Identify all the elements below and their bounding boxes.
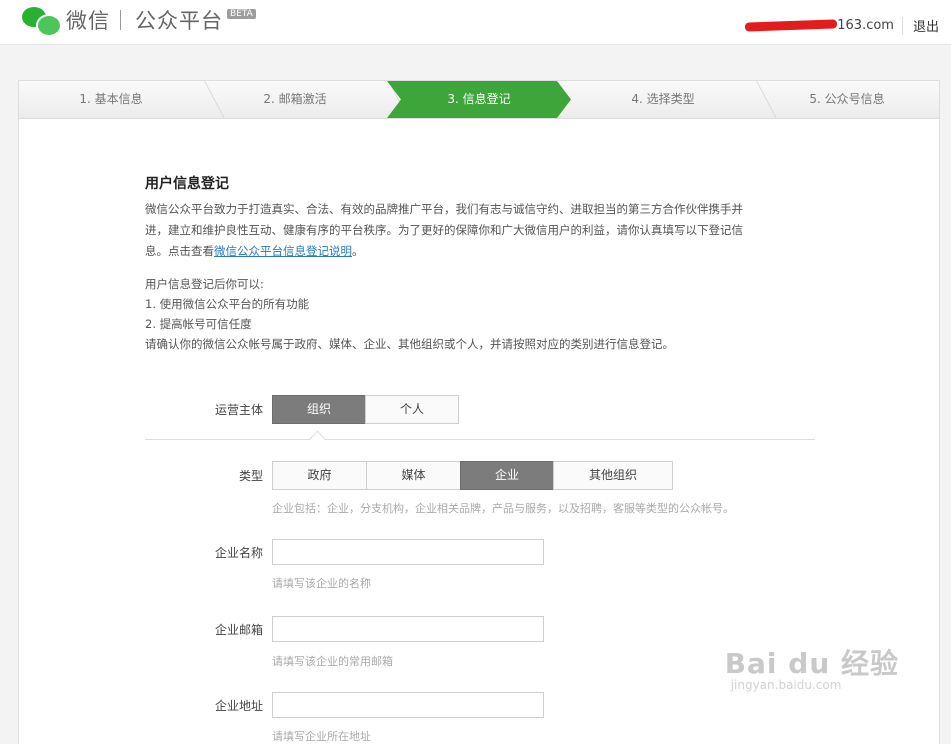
step-3-label: 3. 信息登记 (447, 92, 511, 106)
benefits-list: 用户信息登记后你可以: 1. 使用微信公众平台的所有功能 2. 提高帐号可信任度… (145, 274, 835, 354)
type-option-other-org[interactable]: 其他组织 (553, 461, 673, 490)
baidu-jingyan-watermark: Bai du 经验 jingyan.baidu.com (725, 642, 899, 692)
section-divider (145, 439, 815, 440)
brand-name: 微信 (66, 10, 110, 33)
intro-line-3: 息。点击查看 (145, 244, 214, 258)
company-address-label: 企业地址 (214, 698, 263, 713)
redacted-account (745, 19, 838, 32)
list-item: 1. 使用微信公众平台的所有功能 (145, 297, 310, 311)
company-address-row: 企业地址 (145, 692, 544, 718)
intro-paragraph: 微信公众平台致力于打造真实、合法、有效的品牌推广平台，我们有志与诚信守约、进取担… (145, 199, 835, 262)
type-hint: 企业包括：企业，分支机构，企业相关品牌，产品与服务，以及招聘，客服等类型的公众帐… (272, 502, 734, 515)
type-option-enterprise[interactable]: 企业 (460, 461, 554, 490)
entity-label: 运营主体 (214, 403, 263, 417)
category-note: 请确认你的微信公众帐号属于政府、媒体、企业、其他组织或个人，并请按照对应的类别进… (145, 337, 674, 351)
step-3-active: 3. 信息登记 (387, 81, 571, 118)
product-name: 公众平台 (135, 10, 223, 33)
company-email-label: 企业邮箱 (214, 622, 263, 637)
company-email-row: 企业邮箱 (145, 616, 544, 642)
company-email-input[interactable] (272, 616, 544, 642)
entity-row: 运营主体 组织 个人 (145, 395, 459, 424)
company-name-label: 企业名称 (214, 545, 263, 560)
selection-pointer (309, 430, 326, 447)
entity-option-individual[interactable]: 个人 (365, 395, 459, 424)
company-name-row: 企业名称 (145, 539, 544, 565)
intro-line-2: 进，建立和维护良性互动、健康有序的平台秩序。为了更好的保障你和广大微信用户的利益… (145, 223, 743, 237)
registration-guide-link[interactable]: 微信公众平台信息登记说明 (214, 244, 352, 258)
logo[interactable]: 微信 公众平台 BETA (20, 3, 256, 37)
type-label: 类型 (238, 469, 263, 483)
step-5: 5. 公众号信息 (755, 81, 939, 118)
intro-section: 用户信息登记 微信公众平台致力于打造真实、合法、有效的品牌推广平台，我们有志与诚… (145, 173, 835, 354)
type-row: 类型 政府 媒体 企业 其他组织 (145, 461, 673, 490)
list-item: 2. 提高帐号可信任度 (145, 317, 252, 331)
company-email-hint: 请填写该企业的常用邮箱 (272, 655, 393, 668)
header-divider (901, 16, 903, 35)
step-4: 4. 选择类型 (571, 81, 777, 118)
beta-badge: BETA (227, 9, 256, 19)
top-header: 微信 公众平台 BETA 163.com 退出 (0, 0, 951, 45)
entity-option-organization[interactable]: 组织 (272, 395, 366, 424)
logo-divider (120, 10, 121, 30)
company-address-hint: 请填写企业所在地址 (272, 730, 371, 743)
user-area: 163.com 退出 (745, 16, 939, 35)
company-name-hint: 请填写该企业的名称 (272, 577, 371, 590)
type-toggle: 政府 媒体 企业 其他组织 (272, 461, 673, 490)
company-name-input[interactable] (272, 539, 544, 565)
step-1: 1. 基本信息 (19, 81, 225, 118)
step-5-label: 5. 公众号信息 (809, 92, 885, 106)
step-2-label: 2. 邮箱激活 (263, 92, 327, 106)
page-title: 用户信息登记 (145, 176, 229, 192)
entity-toggle: 组织 个人 (272, 395, 459, 424)
wechat-logo-icon (20, 3, 62, 37)
watermark-title: Bai du 经验 (724, 647, 899, 680)
step-2: 2. 邮箱激活 (203, 81, 409, 118)
step-1-label: 1. 基本信息 (79, 92, 143, 106)
company-address-input[interactable] (272, 692, 544, 718)
intro-line-3-end: 。 (352, 244, 364, 258)
step-progress-bar: 1. 基本信息 2. 邮箱激活 3. 信息登记 4. 选择类型 5. 公众号信息 (19, 81, 939, 119)
type-option-media[interactable]: 媒体 (366, 461, 461, 490)
account-email[interactable]: 163.com (837, 18, 894, 33)
step-4-label: 4. 选择类型 (631, 92, 695, 106)
logout-link[interactable]: 退出 (913, 16, 939, 35)
intro-line-1: 微信公众平台致力于打造真实、合法、有效的品牌推广平台，我们有志与诚信守约、进取担… (145, 202, 743, 216)
benefits-intro: 用户信息登记后你可以: (145, 277, 264, 291)
type-option-government[interactable]: 政府 (272, 461, 367, 490)
